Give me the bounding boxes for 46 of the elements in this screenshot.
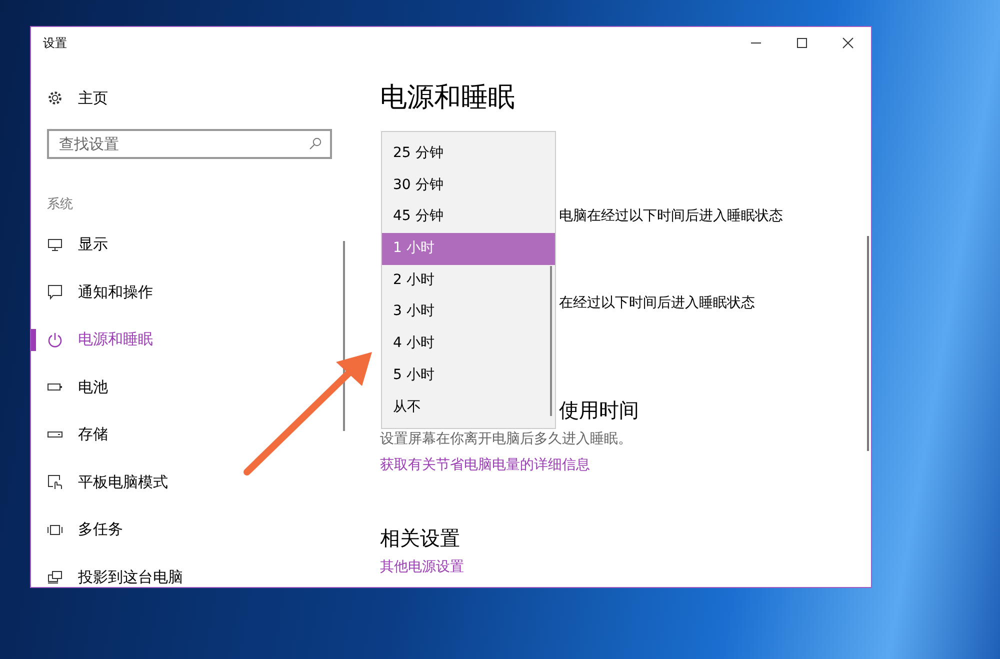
dropdown-option[interactable]: 1 小时	[382, 233, 555, 265]
multitask-icon	[47, 524, 63, 536]
dropdown-option[interactable]: 从不	[382, 392, 555, 424]
sidebar-item[interactable]: 显示	[31, 221, 321, 268]
scrollbar[interactable]	[867, 236, 869, 451]
dropdown-option[interactable]: 4 小时	[382, 328, 555, 360]
home-link[interactable]: 主页	[47, 83, 127, 113]
close-icon	[842, 37, 854, 49]
dropdown-option[interactable]: 45 分钟	[382, 201, 555, 234]
section-label: 系统	[47, 196, 74, 214]
dropdown-option[interactable]: 5 小时	[382, 360, 555, 392]
sidebar-item[interactable]: 多任务	[31, 506, 321, 554]
storage-icon	[47, 430, 63, 440]
scrollbar[interactable]	[550, 266, 552, 416]
dropdown-option[interactable]: 30 分钟	[382, 170, 555, 202]
project-icon	[47, 570, 63, 584]
page-title: 电源和睡眠	[380, 81, 515, 115]
dropdown-option[interactable]: 2 小时	[382, 264, 555, 296]
tablet-icon	[47, 474, 63, 490]
dropdown-list[interactable]: 25 分钟 30 分钟 45 分钟 1 小时 2 小时 3 小时 4 小时 5 小时 从不	[381, 131, 556, 429]
sidebar-item[interactable]: 投影到这台电脑	[31, 554, 321, 587]
window-title: 设置	[43, 34, 67, 52]
section-heading: 相关设置	[380, 525, 460, 552]
setting-label: 电脑在经过以下时间后进入睡眠状态	[559, 207, 783, 226]
info-link[interactable]: 获取有关节省电脑电量的详细信息	[380, 455, 590, 475]
sidebar-item[interactable]: 通知和操作	[31, 268, 321, 316]
scrollbar[interactable]	[343, 241, 345, 431]
search-icon	[309, 137, 322, 150]
battery-icon	[47, 382, 63, 392]
sidebar-item[interactable]: 电池	[31, 364, 321, 411]
maximize-icon	[796, 37, 808, 49]
power-settings-link[interactable]: 其他电源设置	[380, 557, 464, 577]
search-field[interactable]: 查找设置	[47, 129, 332, 159]
selection-indicator	[31, 329, 36, 351]
sidebar-item[interactable]: 存储	[31, 411, 321, 458]
monitor-icon	[47, 238, 63, 252]
section-heading: 使用时间	[559, 397, 639, 424]
sidebar-item[interactable]: 电源和睡眠	[31, 316, 321, 364]
power-icon	[47, 332, 63, 348]
dropdown-option[interactable]: 25 分钟	[382, 138, 555, 170]
sidebar-item[interactable]: 平板电脑模式	[31, 458, 321, 506]
setting-label: 在经过以下时间后进入睡眠状态	[559, 294, 755, 313]
dropdown-option[interactable]: 3 小时	[382, 296, 555, 328]
settings-icon	[47, 90, 63, 106]
message-icon	[47, 284, 63, 300]
description-text: 设置屏幕在你离开电脑后多久进入睡眠。	[380, 430, 632, 449]
